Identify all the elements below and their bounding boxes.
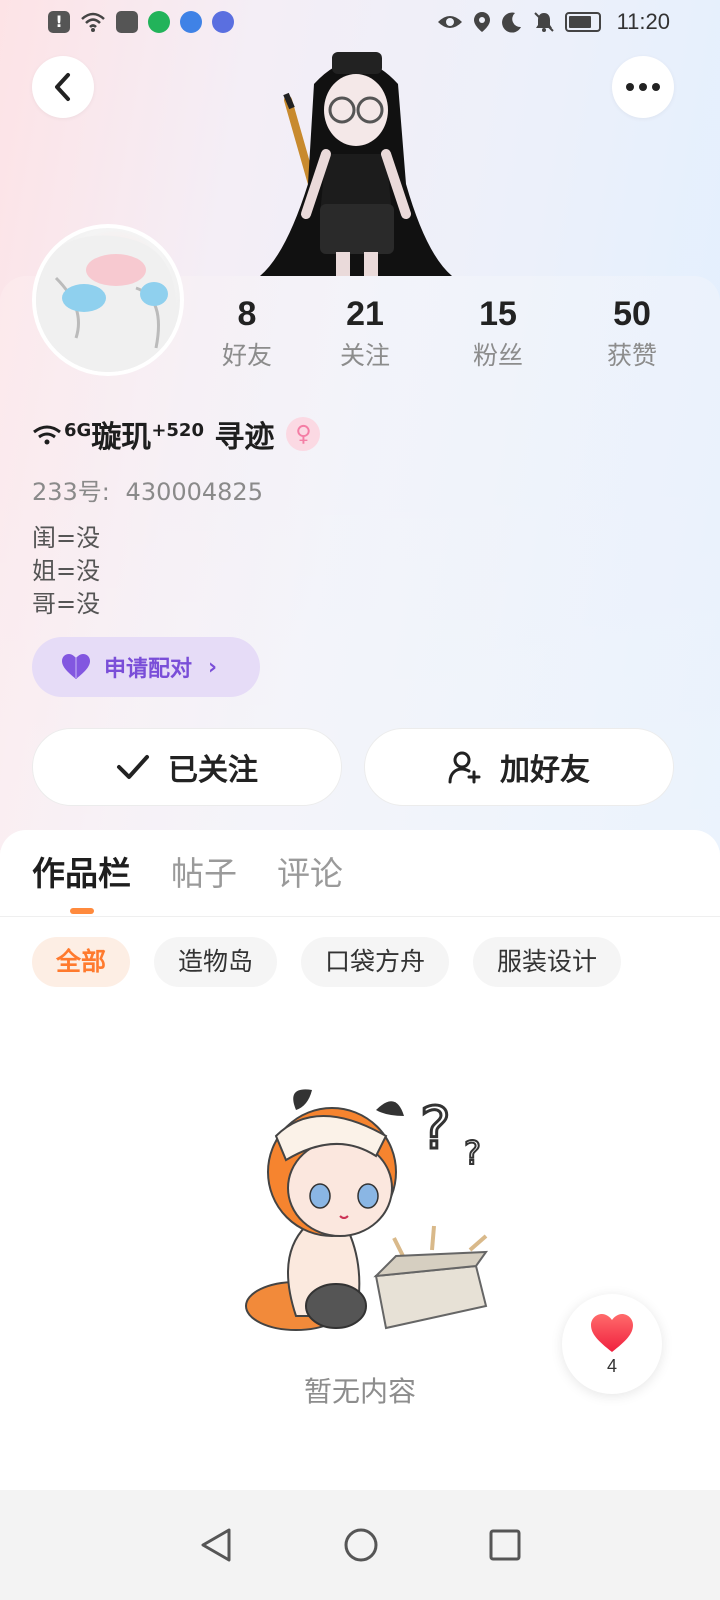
filter-chip-pocket-ark[interactable]: 口袋方舟 [301, 937, 450, 987]
tab-posts[interactable]: 帖子 [171, 848, 237, 904]
bio-line: 姐=没 [32, 557, 101, 585]
filter-chip-all[interactable]: 全部 [32, 937, 131, 987]
bio: 闺=没 姐=没 哥=没 [32, 522, 100, 621]
status-time: 11:20 [616, 9, 670, 34]
browser-icon [180, 11, 202, 33]
nickname: 6G 璇玑 +520 寻迹 ♀ [32, 408, 321, 460]
request-pair-button[interactable]: 申请配对 › [32, 637, 260, 697]
nickname-prefix: 6G [64, 419, 92, 441]
user-id[interactable]: 233号: 430004825 [32, 472, 263, 507]
nickname-main: 璇玑 [91, 420, 152, 455]
video-app-icon [148, 11, 170, 33]
stat-fans[interactable]: 15 粉丝 [438, 292, 558, 376]
battery-icon [564, 12, 601, 32]
character-figure[interactable] [256, 44, 456, 276]
chevron-left-icon [55, 73, 70, 101]
stat-value: 50 [613, 295, 651, 333]
stat-label: 粉丝 [472, 341, 523, 370]
bell-off-icon [533, 12, 554, 32]
stat-label: 获赞 [606, 341, 657, 370]
followed-button[interactable]: 已关注 [32, 728, 342, 806]
location-icon [473, 12, 490, 32]
followed-label: 已关注 [168, 753, 258, 788]
like-count: 4 [606, 1355, 617, 1376]
empty-state-illustration: ? ? [245, 1089, 489, 1331]
nav-back-icon[interactable] [199, 1527, 233, 1563]
alert-icon: ! [48, 11, 70, 33]
heart-icon [591, 1313, 633, 1352]
nav-home-icon[interactable] [343, 1527, 379, 1563]
content-tabs: 作品栏 帖子 评论 [32, 848, 383, 904]
status-left-icons: ! [48, 11, 234, 33]
status-right-icons: 11:20 [437, 9, 670, 35]
chevron-right-icon: › [208, 654, 218, 680]
nav-recents-icon[interactable] [489, 1529, 521, 1561]
check-icon [117, 755, 149, 779]
bio-line: 闺=没 [32, 524, 101, 552]
status-bar: ! 11:20 [0, 0, 720, 44]
heart-icon [62, 654, 90, 679]
stat-friends[interactable]: 8 好友 [187, 292, 307, 376]
nickname-suffix: 寻迹 [203, 420, 275, 455]
svg-text:?: ? [464, 1134, 481, 1172]
user-id-value: 430004825 [125, 478, 263, 506]
stat-following[interactable]: 21 关注 [305, 292, 425, 376]
tab-indicator [70, 908, 94, 914]
divider [0, 916, 720, 917]
stat-label: 好友 [221, 341, 272, 370]
svg-text:?: ? [420, 1094, 451, 1162]
more-button[interactable] [612, 56, 674, 118]
stat-label: 关注 [339, 341, 390, 370]
add-friend-button[interactable]: 加好友 [364, 728, 674, 806]
eye-icon [437, 16, 462, 28]
add-user-icon [448, 751, 481, 784]
user-id-label: 233号: [32, 478, 110, 506]
filter-chips: 全部 造物岛 口袋方舟 服装设计 [32, 937, 622, 987]
bio-line: 哥=没 [32, 590, 101, 618]
filter-chip-costume-design[interactable]: 服装设计 [473, 937, 622, 987]
shopping-bag-icon [116, 11, 138, 33]
request-pair-label: 申请配对 [104, 657, 193, 682]
moon-icon [501, 12, 521, 33]
add-friend-label: 加好友 [500, 753, 590, 788]
wifi-icon [81, 12, 105, 32]
music-icon [212, 11, 234, 33]
stat-value: 21 [346, 295, 384, 333]
tab-comments[interactable]: 评论 [277, 848, 343, 904]
avatar-image [36, 228, 180, 372]
system-nav-bar [0, 1490, 720, 1600]
stat-value: 8 [237, 295, 257, 333]
nickname-sup: +520 [151, 419, 204, 441]
tab-works[interactable]: 作品栏 [32, 848, 131, 904]
back-button[interactable] [32, 56, 94, 118]
like-button[interactable]: 4 [562, 1294, 662, 1394]
stats-row: 8 好友 21 关注 15 粉丝 50 获赞 [186, 292, 706, 382]
female-gender-icon: ♀ [286, 417, 321, 451]
stat-likes[interactable]: 50 获赞 [572, 292, 692, 376]
wifi-icon [33, 425, 61, 445]
stat-value: 15 [479, 295, 517, 333]
more-dots-icon [626, 83, 660, 91]
avatar[interactable] [32, 224, 184, 376]
filter-chip-creation-island[interactable]: 造物岛 [154, 937, 278, 987]
